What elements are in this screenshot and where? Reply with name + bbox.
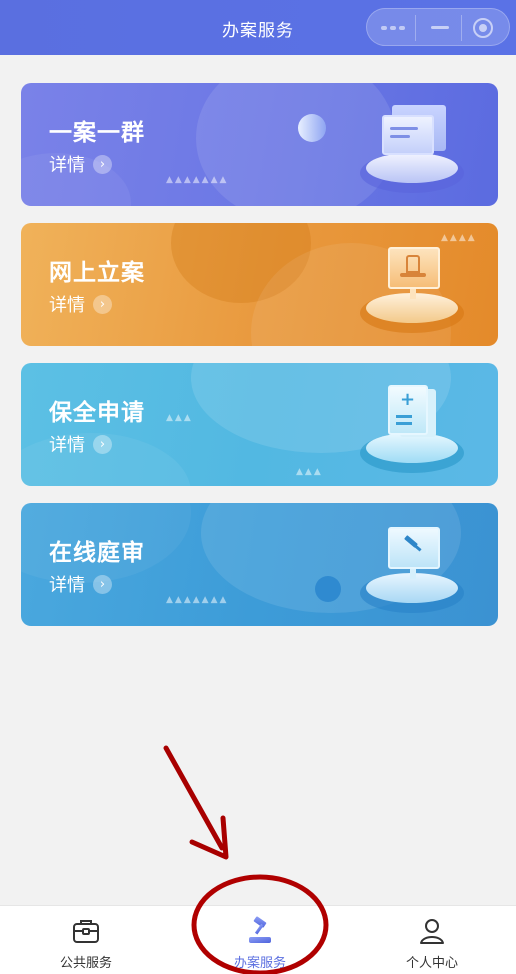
- chat-group-icon: [360, 97, 470, 197]
- annotation-arrow-shaft: [163, 745, 225, 851]
- card-online-trial[interactable]: 在线庭审 详情 › ▲▲▲▲▲▲▲: [21, 503, 498, 626]
- detail-label: 详情: [49, 295, 85, 316]
- close-icon[interactable]: [473, 18, 493, 38]
- decorative-triangles: ▲▲▲▲▲▲▲: [166, 595, 229, 605]
- chevron-right-icon: ›: [93, 294, 112, 314]
- decorative-circle: [315, 576, 341, 602]
- decorative-triangles: ▲▲▲▲▲▲▲: [166, 175, 229, 185]
- card-title: 保全申请: [49, 400, 145, 426]
- user-icon: [420, 919, 444, 944]
- bottom-tab-bar: 公共服务 办案服务 个人中心: [0, 905, 516, 974]
- detail-label: 详情: [49, 575, 85, 596]
- tab-label: 个人中心: [405, 956, 458, 971]
- tab-label: 公共服务: [59, 956, 112, 971]
- calculator-document-icon: +: [360, 377, 470, 477]
- detail-label: 详情: [49, 155, 85, 176]
- more-icon[interactable]: [381, 26, 405, 30]
- card-online-filing[interactable]: 网上立案 详情 › ▲▲▲▲: [21, 223, 498, 346]
- detail-label: 详情: [49, 435, 85, 456]
- card-detail-link[interactable]: 详情 ›: [49, 433, 112, 456]
- tab-personal-center[interactable]: 个人中心: [372, 906, 492, 974]
- top-navigation-bar: 办案服务: [0, 0, 516, 55]
- briefcase-icon: [73, 920, 99, 943]
- chevron-right-icon: ›: [93, 574, 112, 594]
- card-one-case-one-group[interactable]: 一案一群 详情 › ▲▲▲▲▲▲▲: [21, 83, 498, 206]
- chevron-right-icon: ›: [93, 434, 112, 454]
- card-preservation-application[interactable]: 保全申请 详情 › ▲▲▲ ▲▲▲ +: [21, 363, 498, 486]
- gavel-icon: [249, 916, 271, 943]
- gavel-monitor-icon: [360, 517, 470, 617]
- card-detail-link[interactable]: 详情 ›: [49, 573, 112, 596]
- annotation-arrow-head: [189, 815, 229, 860]
- card-title: 在线庭审: [49, 540, 145, 566]
- chevron-right-icon: ›: [93, 154, 112, 174]
- tab-case-services[interactable]: 办案服务: [200, 906, 320, 974]
- card-detail-link[interactable]: 详情 ›: [49, 293, 112, 316]
- decorative-triangles: ▲▲▲: [166, 413, 193, 423]
- decorative-triangles: ▲▲▲: [296, 467, 323, 477]
- card-title: 一案一群: [49, 120, 145, 146]
- stamp-monitor-icon: [360, 237, 470, 337]
- decorative-circle: [298, 114, 326, 142]
- minimize-icon[interactable]: [431, 26, 449, 29]
- card-title: 网上立案: [49, 260, 145, 286]
- mini-program-capsule: [366, 8, 510, 46]
- card-detail-link[interactable]: 详情 ›: [49, 153, 112, 176]
- capsule-divider: [461, 15, 462, 41]
- capsule-divider: [415, 15, 416, 41]
- tab-label: 办案服务: [233, 956, 286, 971]
- tab-public-services[interactable]: 公共服务: [26, 906, 146, 974]
